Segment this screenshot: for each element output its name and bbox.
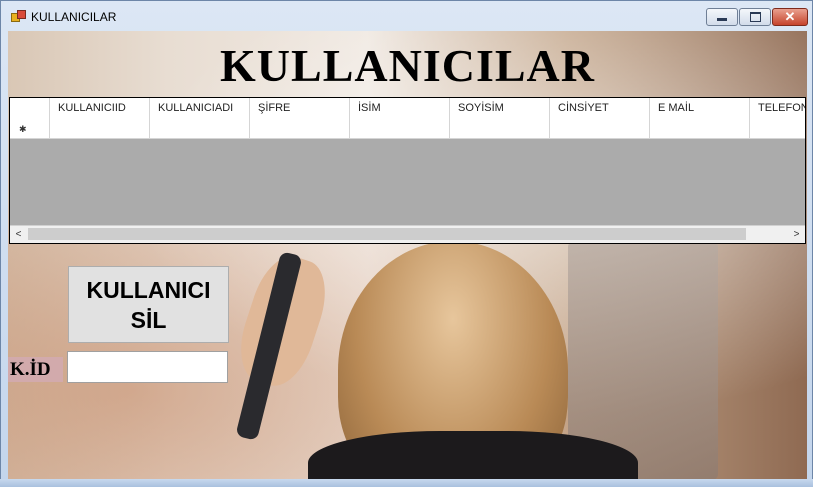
- app-window: KULLANICILAR ✕ KULLANICILAR KULLANICIID …: [0, 0, 813, 487]
- scroll-left-icon[interactable]: <: [10, 227, 27, 242]
- grid-cell[interactable]: [650, 118, 750, 139]
- horizontal-scrollbar[interactable]: < >: [10, 225, 805, 243]
- scroll-right-icon[interactable]: >: [788, 227, 805, 242]
- grid-new-row[interactable]: ✱: [10, 118, 805, 139]
- minimize-button[interactable]: [706, 8, 738, 26]
- grid-cell[interactable]: [750, 118, 805, 139]
- maximize-icon: [749, 12, 761, 22]
- close-icon: ✕: [784, 9, 796, 24]
- column-header[interactable]: KULLANICIADI: [150, 98, 250, 118]
- form-client-area: KULLANICILAR KULLANICIID KULLANICIADI Şİ…: [8, 31, 807, 480]
- minimize-icon: [717, 18, 727, 21]
- page-title: KULLANICILAR: [220, 40, 595, 91]
- background-person-shirt: [308, 431, 638, 480]
- grid-cell[interactable]: [250, 118, 350, 139]
- grid-cell[interactable]: [350, 118, 450, 139]
- new-row-icon[interactable]: ✱: [10, 118, 50, 139]
- column-header[interactable]: SOYİSİM: [450, 98, 550, 118]
- user-id-input[interactable]: [67, 351, 228, 383]
- column-header[interactable]: İSİM: [350, 98, 450, 118]
- maximize-button[interactable]: [739, 8, 771, 26]
- column-header[interactable]: TELEFON: [750, 98, 805, 118]
- grid-cell[interactable]: [50, 118, 150, 139]
- column-header[interactable]: CİNSİYET: [550, 98, 650, 118]
- window-bottom-edge: [0, 479, 813, 487]
- grid-cell[interactable]: [450, 118, 550, 139]
- column-header[interactable]: E MAİL: [650, 98, 750, 118]
- delete-button-label-line1: KULLANICI: [86, 277, 211, 303]
- users-data-grid[interactable]: KULLANICIID KULLANICIADI ŞİFRE İSİM SOYİ…: [9, 97, 806, 244]
- user-id-label: K.İD: [8, 357, 63, 382]
- grid-cell[interactable]: [150, 118, 250, 139]
- title-bar[interactable]: KULLANICILAR ✕: [1, 1, 812, 31]
- column-header[interactable]: KULLANICIID: [50, 98, 150, 118]
- grid-corner-header[interactable]: [10, 98, 50, 118]
- app-icon: [11, 10, 26, 22]
- grid-header-row: KULLANICIID KULLANICIADI ŞİFRE İSİM SOYİ…: [10, 98, 805, 119]
- delete-user-button[interactable]: KULLANICI SİL: [68, 266, 229, 343]
- close-button[interactable]: ✕: [772, 8, 808, 26]
- delete-button-label-line2: SİL: [130, 307, 167, 333]
- scrollbar-thumb[interactable]: [28, 228, 746, 240]
- grid-cell[interactable]: [550, 118, 650, 139]
- column-header[interactable]: ŞİFRE: [250, 98, 350, 118]
- window-title: KULLANICILAR: [31, 10, 117, 24]
